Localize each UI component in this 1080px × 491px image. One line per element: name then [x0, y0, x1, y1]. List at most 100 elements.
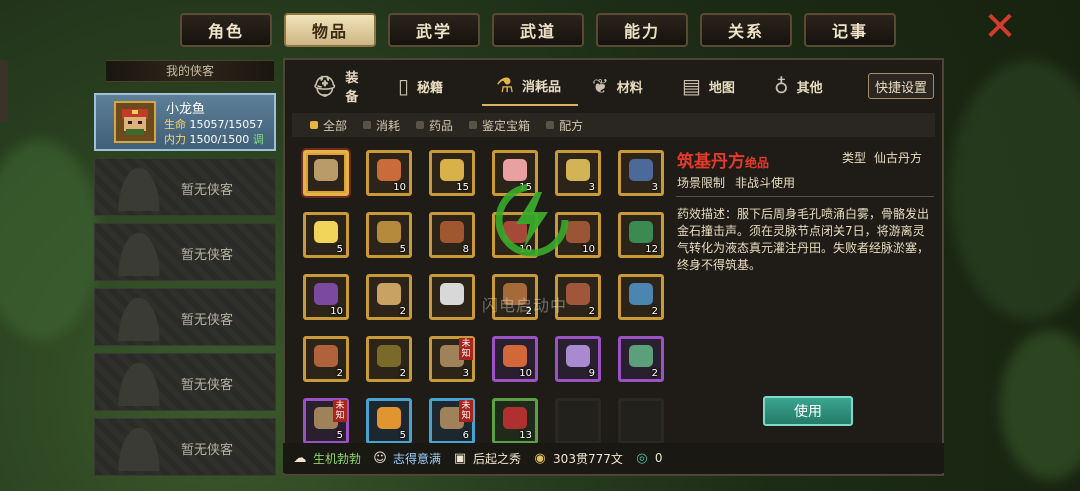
subtab-label: 秘籍 [417, 80, 444, 96]
empty-slot-label: 暂无侠客 [181, 443, 234, 458]
tab-martial-arts[interactable]: 武学 [388, 13, 480, 47]
unknown-badge: 未知 [459, 400, 473, 422]
lightning-loading-icon [495, 183, 569, 257]
silhouette-icon [117, 230, 161, 276]
hero-name: 小龙鱼 [166, 102, 206, 117]
item-icon [377, 407, 401, 429]
item-slot[interactable]: 3 未知 [429, 336, 475, 382]
item-slot[interactable] [429, 274, 475, 320]
item-icon [566, 283, 590, 305]
status-mood: ☺ 志得意满 [371, 449, 441, 467]
silhouette-icon [117, 425, 161, 471]
item-slot[interactable]: 3 [618, 150, 664, 196]
item-count: 6 [462, 430, 469, 441]
item-icon [314, 159, 338, 181]
cloud-icon: ☁ [293, 450, 307, 466]
item-icon [440, 159, 464, 181]
subtab-equipment[interactable]: ⛑ 装备 [298, 66, 384, 106]
empty-slot-label: 暂无侠客 [181, 313, 234, 328]
item-slot[interactable]: 10 [492, 336, 538, 382]
jade-value: 0 [654, 451, 663, 465]
hero-avatar [114, 101, 156, 143]
tab-relations[interactable]: 关系 [700, 13, 792, 47]
item-icon [503, 407, 527, 429]
item-slot[interactable]: 12 [618, 212, 664, 258]
item-slot[interactable]: 15 [429, 150, 475, 196]
subtab-materials[interactable]: ❦ 材料 [578, 66, 668, 106]
subtab-consumables[interactable]: ⚗ 消耗品 [482, 66, 578, 106]
adjust-button[interactable]: 调 [253, 133, 264, 146]
empty-hero-slot[interactable]: 暂无侠客 [94, 288, 276, 346]
item-slot[interactable]: 8 [429, 212, 475, 258]
filter-consume[interactable]: 消耗 [363, 117, 400, 134]
item-slot[interactable]: 5 [366, 212, 412, 258]
filter-label: 鉴定宝箱 [482, 118, 531, 133]
radio-dot [363, 121, 372, 129]
item-slot[interactable] [303, 150, 349, 196]
side-drawer-handle[interactable] [0, 60, 8, 122]
item-icon [566, 159, 590, 181]
item-icon [440, 283, 464, 305]
item-slot[interactable]: 10 [366, 150, 412, 196]
radio-dot [310, 121, 318, 129]
hero-portrait-icon [122, 109, 148, 135]
type-value: 仙古丹方 [874, 151, 923, 165]
item-slot[interactable]: 9 [555, 336, 601, 382]
filter-label: 消耗 [376, 118, 401, 133]
item-slot[interactable]: 6 未知 [429, 398, 475, 444]
tab-items[interactable]: 物品 [284, 13, 376, 47]
subtab-manuals[interactable]: ▯ 秘籍 [384, 66, 482, 106]
close-icon[interactable]: ✕ [982, 7, 1018, 47]
item-icon [377, 159, 401, 181]
category-tabs: ⛑ 装备 ▯ 秘籍 ⚗ 消耗品 ❦ 材料 ▤ 地图 ♁ 其他 [298, 66, 846, 106]
filter-all[interactable]: 全部 [310, 117, 347, 134]
hp-label: 生命 [164, 118, 186, 131]
subtab-label: 装备 [345, 71, 359, 105]
filter-medicine[interactable]: 药品 [416, 117, 453, 134]
item-slot[interactable]: 5 [303, 212, 349, 258]
type-label: 类型 [842, 151, 867, 165]
item-slot[interactable]: 5 未知 [303, 398, 349, 444]
empty-hero-slot[interactable]: 暂无侠客 [94, 353, 276, 411]
use-button[interactable]: 使用 [763, 396, 853, 426]
item-icon [629, 345, 653, 367]
empty-item-slot [618, 398, 664, 444]
subtab-other[interactable]: ♁ 其他 [760, 66, 846, 106]
radio-dot [469, 121, 478, 129]
empty-hero-slot[interactable]: 暂无侠客 [94, 418, 276, 476]
hero-card[interactable]: 小龙鱼 生命 15057/15057 内力 1500/1500 调 [94, 93, 276, 151]
item-slot[interactable]: 2 [303, 336, 349, 382]
item-slot[interactable]: 2 [366, 274, 412, 320]
empty-hero-slot[interactable]: 暂无侠客 [94, 223, 276, 281]
item-icon [314, 283, 338, 305]
item-icon [503, 159, 527, 181]
filter-recipe[interactable]: 配方 [546, 117, 583, 134]
item-slot[interactable]: 10 [303, 274, 349, 320]
empty-hero-slot[interactable]: 暂无侠客 [94, 158, 276, 216]
shortcut-settings-button[interactable]: 快捷设置 [868, 73, 934, 99]
item-slot[interactable]: 5 [366, 398, 412, 444]
item-slot[interactable]: 2 [366, 336, 412, 382]
item-icon [566, 345, 590, 367]
item-icon [440, 221, 464, 243]
hero-mp: 内力 1500/1500 调 [164, 131, 264, 147]
tab-character[interactable]: 角色 [180, 13, 272, 47]
misc-icon: ♁ [774, 74, 789, 98]
map-icon: ▤ [682, 74, 701, 98]
tab-abilities[interactable]: 能力 [596, 13, 688, 47]
item-slot[interactable]: 2 [618, 274, 664, 320]
book-icon: ▯ [398, 74, 410, 98]
tab-martial-way[interactable]: 武道 [492, 13, 584, 47]
item-slot[interactable]: 2 [618, 336, 664, 382]
tab-journal[interactable]: 记事 [804, 13, 896, 47]
item-count: 10 [393, 182, 406, 193]
item-count: 10 [330, 306, 343, 317]
filter-chest[interactable]: 鉴定宝箱 [469, 117, 530, 134]
subtab-maps[interactable]: ▤ 地图 [668, 66, 760, 106]
status-title: ▣ 后起之秀 [451, 449, 521, 467]
item-grade: 绝品 [745, 156, 770, 170]
mp-value: 1500/1500 [189, 133, 250, 146]
item-slot[interactable]: 13 [492, 398, 538, 444]
top-tab-bar: 角色 物品 武学 武道 能力 关系 记事 [180, 13, 896, 47]
item-count: 2 [399, 306, 406, 317]
